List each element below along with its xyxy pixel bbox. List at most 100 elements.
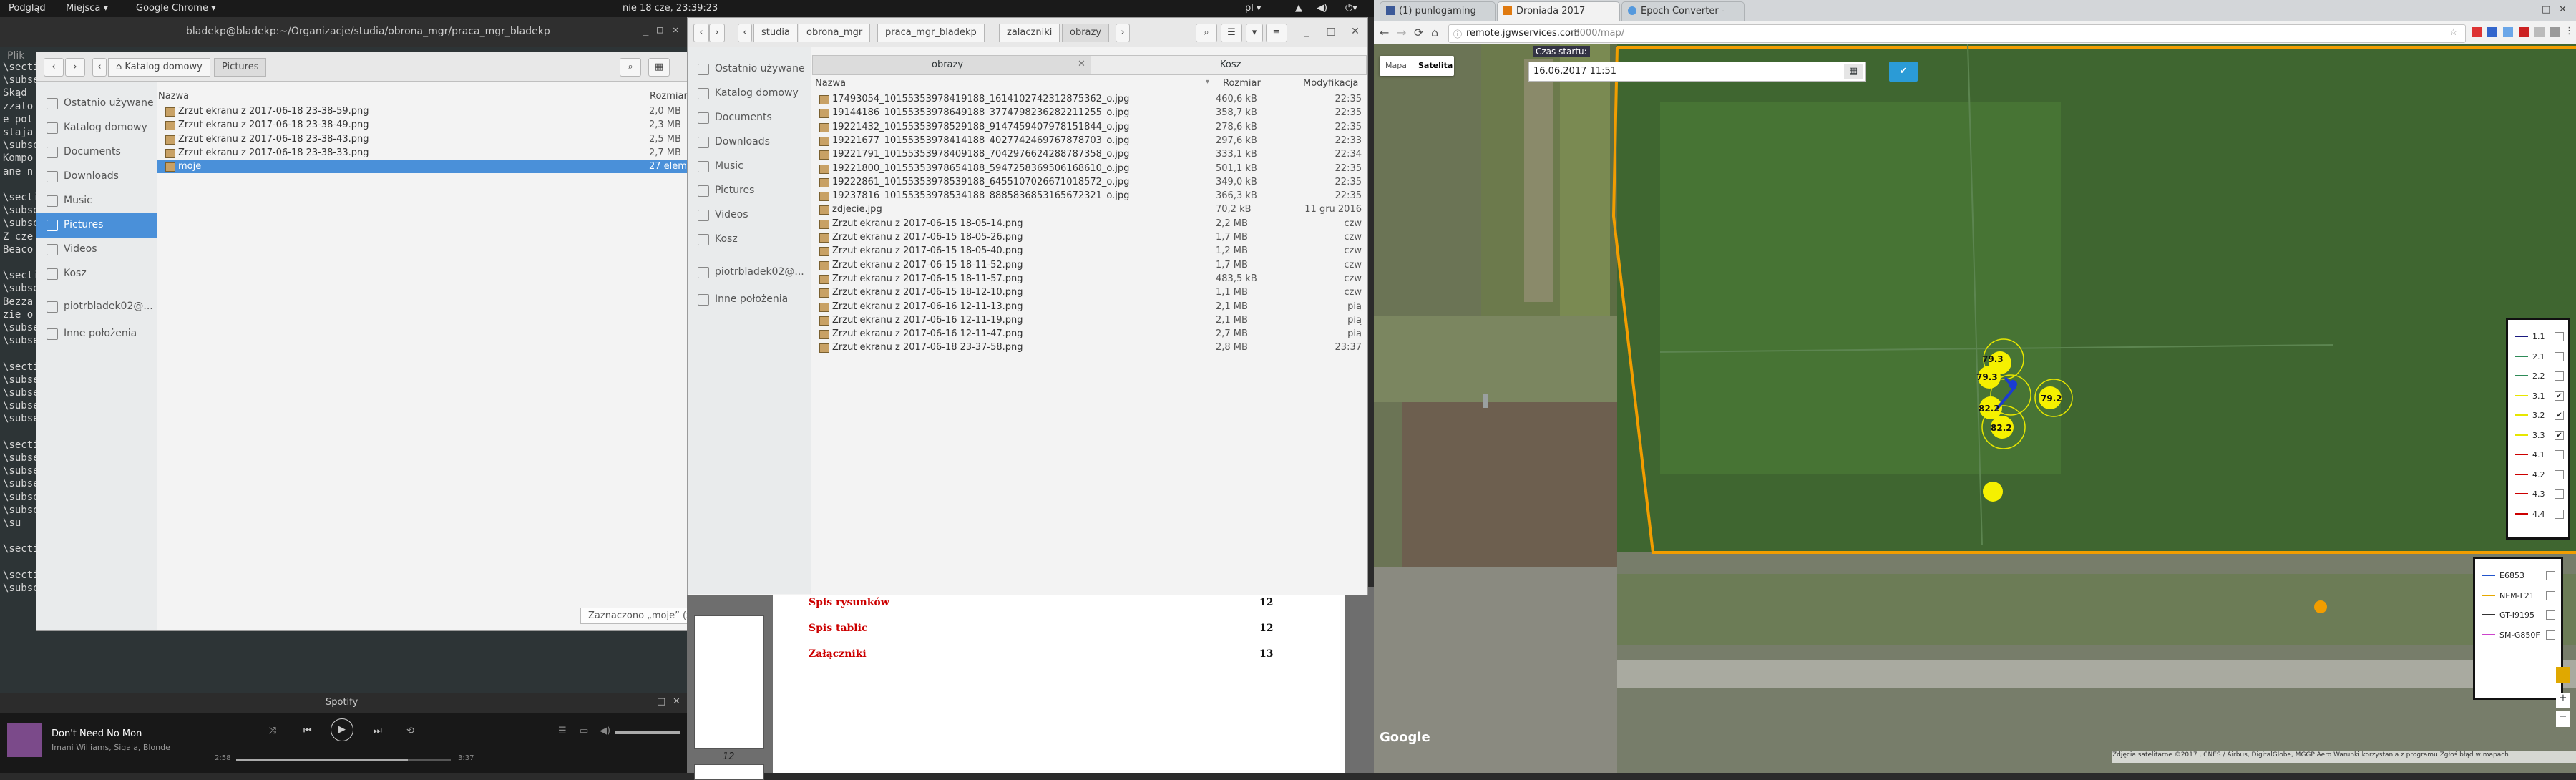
confirm-button[interactable]: ✔ bbox=[1889, 62, 1918, 82]
menu-icon[interactable]: ≡ bbox=[1266, 24, 1287, 42]
col-name-header[interactable]: Nazwa bbox=[158, 91, 189, 102]
sidebar-item[interactable]: Inne położenia bbox=[688, 288, 811, 312]
previous-icon[interactable]: ⏮ bbox=[303, 726, 312, 736]
start-time-input[interactable]: 16.06.2017 11:51 ▦ bbox=[1528, 62, 1866, 82]
legend-checkbox[interactable] bbox=[2546, 610, 2555, 620]
track-artist[interactable]: Imani Williams, Sigala, Blonde bbox=[52, 743, 170, 752]
back-button[interactable]: ‹ bbox=[44, 58, 64, 77]
legend-checkbox[interactable]: ✔ bbox=[2555, 411, 2564, 420]
device-legend-item[interactable]: E6853 bbox=[2481, 569, 2555, 585]
terminal-menu-file[interactable]: Plik bbox=[7, 50, 24, 62]
forward-icon[interactable]: → bbox=[1397, 26, 1406, 39]
reload-icon[interactable]: ⟳ bbox=[1414, 26, 1423, 39]
maximize-icon[interactable]: □ bbox=[1326, 26, 1336, 36]
sidebar-item[interactable]: Ostatnio używane bbox=[688, 57, 811, 82]
back-icon[interactable]: ← bbox=[1380, 26, 1389, 39]
legend-checkbox[interactable] bbox=[2555, 489, 2564, 499]
file-row[interactable]: 19221677_10155353978414188_4027742469767… bbox=[811, 134, 1367, 147]
legend-checkbox[interactable]: ✔ bbox=[2555, 430, 2564, 440]
marker-label[interactable]: 82.2 bbox=[1979, 404, 2000, 414]
clock[interactable]: nie 18 cze, 23:39:23 bbox=[623, 3, 718, 14]
map-type-map[interactable]: Mapa bbox=[1385, 61, 1407, 70]
legend-checkbox[interactable] bbox=[2555, 509, 2564, 519]
file-row[interactable]: Zrzut ekranu z 2017-06-18 23-38-33.png 2,… bbox=[157, 146, 695, 160]
close-icon[interactable]: ✕ bbox=[1350, 26, 1360, 36]
file-row[interactable]: zdjecie.jpg 70,2 kB 11 gru 2016 bbox=[811, 203, 1367, 216]
volume-slider[interactable] bbox=[615, 731, 680, 734]
sidebar-item[interactable]: Downloads bbox=[36, 165, 157, 189]
file-row[interactable]: Zrzut ekranu z 2017-06-15 18-05-14.png 2,… bbox=[811, 217, 1367, 230]
app-menu[interactable]: Google Chrome ▾ bbox=[136, 3, 216, 14]
toc-entry[interactable]: Spis tablic bbox=[809, 623, 867, 634]
legend-item[interactable]: 3.3 ✔ bbox=[2514, 429, 2564, 444]
extension-icon[interactable] bbox=[2487, 27, 2497, 37]
tab-kosz[interactable]: Kosz bbox=[1091, 55, 1367, 75]
close-icon[interactable]: ✕ bbox=[673, 696, 680, 707]
device-legend-item[interactable]: GT-I9195 bbox=[2481, 608, 2555, 624]
device-legend-item[interactable]: SM-G850F bbox=[2481, 628, 2555, 644]
marker-label[interactable]: 82.2 bbox=[1991, 423, 2012, 433]
file-row[interactable]: Zrzut ekranu z 2017-06-18 23-38-49.png 2,… bbox=[157, 118, 695, 132]
zoom-out-button[interactable]: − bbox=[2556, 711, 2570, 727]
search-icon[interactable]: ⌕ bbox=[620, 58, 641, 77]
file-row[interactable]: 19222861_10155353978539188_6455107026671… bbox=[811, 175, 1367, 189]
legend-item[interactable]: 3.2 ✔ bbox=[2514, 409, 2564, 424]
maximize-icon[interactable]: □ bbox=[2542, 4, 2550, 15]
file-row[interactable]: Zrzut ekranu z 2017-06-15 18-12-10.png 1,… bbox=[811, 286, 1367, 299]
crumb-pictures[interactable]: Pictures bbox=[214, 58, 267, 77]
toc-entry[interactable]: Spis rysunków bbox=[809, 597, 889, 608]
file-row[interactable]: Zrzut ekranu z 2017-06-18 23-38-59.png 2,… bbox=[157, 104, 695, 118]
legend-item[interactable]: 4.2 bbox=[2514, 468, 2564, 484]
tab-obrazy[interactable]: obrazy ✕ bbox=[812, 55, 1091, 75]
file-row[interactable]: Zrzut ekranu z 2017-06-15 18-05-40.png 1,… bbox=[811, 244, 1367, 258]
page-thumbnail[interactable] bbox=[694, 615, 764, 749]
legend-checkbox[interactable] bbox=[2546, 590, 2555, 600]
forward-button[interactable]: › bbox=[709, 24, 725, 42]
track-title[interactable]: Don't Need No Mon bbox=[52, 728, 142, 739]
extension-icon-2[interactable] bbox=[2503, 27, 2513, 37]
repeat-icon[interactable]: ⟲ bbox=[406, 726, 414, 736]
legend-checkbox[interactable] bbox=[2546, 571, 2555, 580]
view-menu-icon[interactable]: ▾ bbox=[1246, 24, 1263, 42]
address-bar[interactable]: ⓘ remote.jgwservices.com :8000/map/ ☆ bbox=[1448, 24, 2466, 43]
legend-item[interactable]: 4.4 bbox=[2514, 507, 2564, 523]
minimize-icon[interactable]: _ bbox=[2524, 4, 2529, 15]
sidebar-item[interactable]: Videos bbox=[36, 238, 157, 262]
crumb-praca[interactable]: praca_mgr_bladekp bbox=[877, 24, 985, 42]
crumb-obrona[interactable]: obrona_mgr bbox=[799, 24, 871, 42]
file-row[interactable]: 19144186_10155353978649188_3774798236282… bbox=[811, 106, 1367, 120]
tab-epoch[interactable]: Epoch Converter - bbox=[1621, 1, 1745, 21]
sidebar-item[interactable]: Music bbox=[688, 155, 811, 179]
home-icon[interactable]: ⌂ bbox=[1431, 26, 1438, 39]
network-icon[interactable]: ▲ bbox=[1295, 3, 1302, 14]
sidebar-item[interactable]: piotrbladek02@... bbox=[688, 260, 811, 285]
legend-item[interactable]: 3.1 ✔ bbox=[2514, 389, 2564, 405]
file-row[interactable]: 19221800_10155353978654188_5947258369506… bbox=[811, 162, 1367, 175]
legend-item[interactable]: 2.2 bbox=[2514, 369, 2564, 385]
volume-icon[interactable]: ◀) bbox=[1317, 3, 1327, 14]
toc-entry[interactable]: Załączniki bbox=[809, 648, 867, 660]
view-list-icon[interactable]: ☰ bbox=[1221, 24, 1242, 42]
tab-droniada[interactable]: Droniada 2017 bbox=[1497, 1, 1620, 21]
legend-checkbox[interactable] bbox=[2555, 371, 2564, 381]
sidebar-item[interactable]: Documents bbox=[688, 106, 811, 130]
play-icon[interactable]: ▶ bbox=[331, 718, 353, 741]
file-row[interactable]: Zrzut ekranu z 2017-06-18 23-38-43.png 2,… bbox=[157, 132, 695, 146]
legend-checkbox[interactable] bbox=[2555, 351, 2564, 361]
sidebar-item[interactable]: Katalog domowy bbox=[36, 116, 157, 140]
file-row[interactable]: Zrzut ekranu z 2017-06-16 12-11-13.png 2,… bbox=[811, 300, 1367, 313]
minimize-icon[interactable]: _ bbox=[643, 24, 648, 36]
maximize-icon[interactable]: □ bbox=[657, 696, 665, 707]
sidebar-item[interactable]: Kosz bbox=[688, 228, 811, 252]
col-modified-header[interactable]: Modyfikacja bbox=[1303, 78, 1358, 89]
file-row[interactable]: 19221432_10155353978529188_9147459407978… bbox=[811, 120, 1367, 134]
legend-checkbox[interactable] bbox=[2555, 332, 2564, 341]
extension-icon-3[interactable] bbox=[2519, 27, 2529, 37]
crumb-left-button[interactable]: ‹ bbox=[738, 24, 752, 42]
crumb-studia[interactable]: studia bbox=[753, 24, 798, 42]
volume-icon[interactable]: ◀) bbox=[600, 726, 610, 736]
legend-checkbox[interactable]: ✔ bbox=[2555, 391, 2564, 401]
file-manager-pictures[interactable]: ‹ › ‹ ⌂ Katalog domowy Pictures ⌕ ▦ Osta… bbox=[36, 52, 804, 631]
sidebar-item[interactable]: Ostatnio używane bbox=[36, 92, 157, 116]
sidebar-item[interactable]: Katalog domowy bbox=[688, 82, 811, 106]
